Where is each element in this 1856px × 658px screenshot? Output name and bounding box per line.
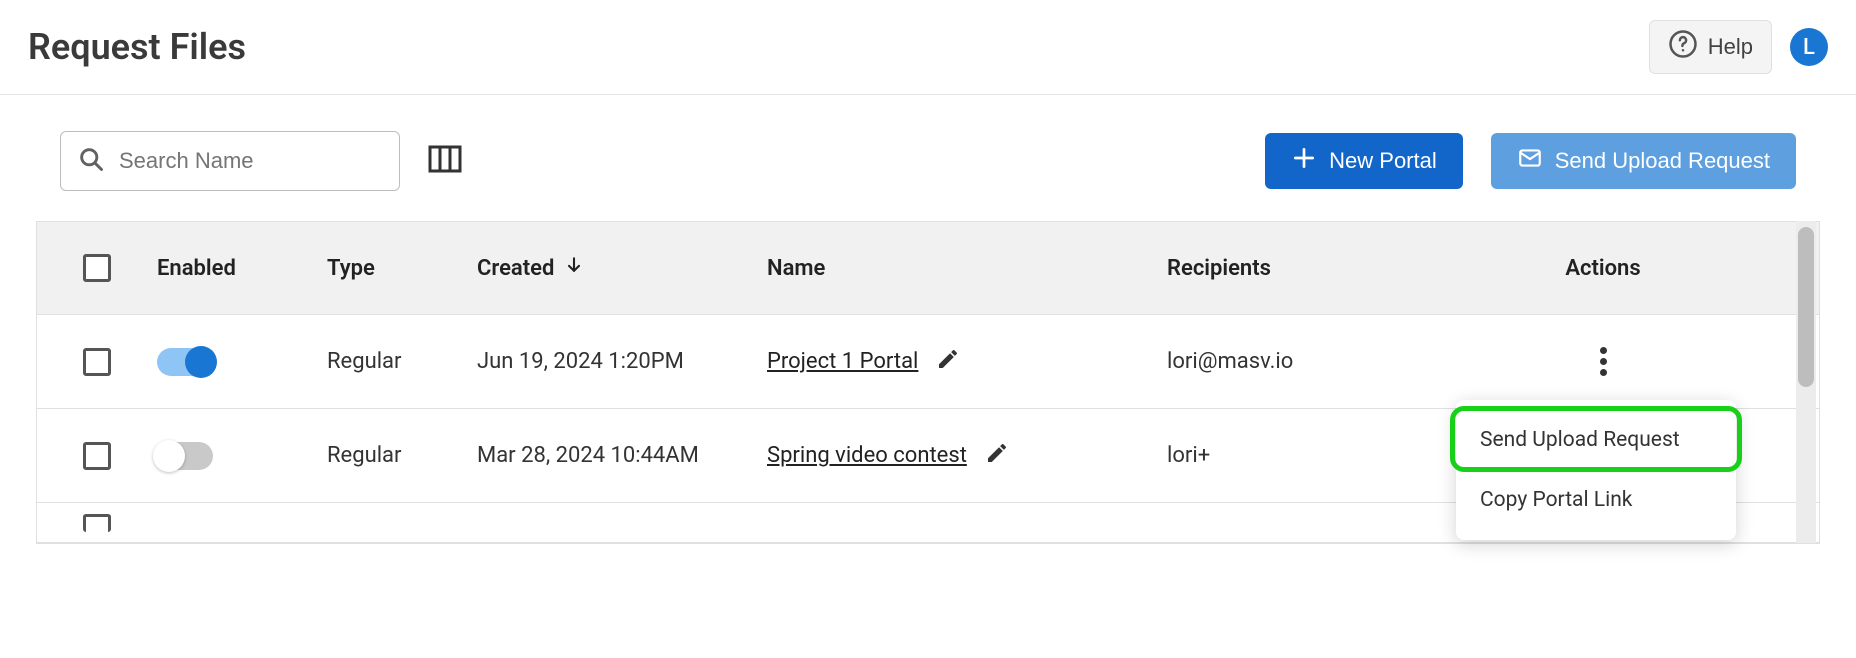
avatar-initial: L — [1803, 35, 1815, 60]
row-checkbox[interactable] — [83, 348, 111, 376]
row-checkbox[interactable] — [83, 442, 111, 470]
help-icon — [1668, 29, 1698, 65]
select-all-checkbox[interactable] — [83, 254, 111, 282]
portal-name-link[interactable]: Spring video contest — [767, 443, 967, 468]
edit-icon[interactable] — [936, 347, 960, 377]
search-wrapper[interactable] — [60, 131, 400, 191]
col-created[interactable]: Created — [477, 255, 767, 281]
cell-recipients: lori+ — [1167, 443, 1427, 468]
columns-icon — [428, 145, 462, 177]
scrollbar-thumb[interactable] — [1798, 227, 1814, 387]
send-upload-request-label: Send Upload Request — [1555, 148, 1770, 174]
scrollbar-track[interactable] — [1796, 221, 1816, 543]
edit-icon[interactable] — [985, 441, 1009, 471]
col-name[interactable]: Name — [767, 256, 1167, 281]
help-button[interactable]: Help — [1649, 20, 1772, 74]
search-icon — [77, 145, 105, 177]
avatar[interactable]: L — [1790, 28, 1828, 66]
menu-item-copy-portal-link[interactable]: Copy Portal Link — [1456, 470, 1736, 530]
enabled-toggle[interactable] — [157, 442, 213, 470]
enabled-toggle[interactable] — [157, 348, 213, 376]
col-created-label: Created — [477, 256, 554, 281]
sort-desc-icon — [564, 255, 584, 281]
cell-created: Jun 19, 2024 1:20PM — [477, 349, 767, 374]
search-input[interactable] — [105, 148, 383, 174]
col-actions: Actions — [1427, 256, 1819, 281]
portal-name-link[interactable]: Project 1 Portal — [767, 349, 918, 374]
page-title: Request Files — [28, 26, 246, 68]
col-type[interactable]: Type — [327, 256, 477, 281]
mail-icon — [1517, 145, 1543, 177]
col-enabled[interactable]: Enabled — [157, 256, 327, 281]
help-label: Help — [1708, 34, 1753, 60]
menu-item-send-upload-request[interactable]: Send Upload Request — [1456, 410, 1736, 470]
new-portal-button[interactable]: New Portal — [1265, 133, 1463, 189]
cell-created: Mar 28, 2024 10:44AM — [477, 443, 767, 468]
row-actions-menu-button[interactable] — [1594, 341, 1613, 382]
send-upload-request-button[interactable]: Send Upload Request — [1491, 133, 1796, 189]
cell-recipients: lori@masv.io — [1167, 349, 1427, 374]
plus-icon — [1291, 145, 1317, 177]
table-header-row: Enabled Type Created Name Recipients Act… — [37, 221, 1819, 315]
table-row: Regular Jun 19, 2024 1:20PM Project 1 Po… — [37, 315, 1819, 409]
new-portal-label: New Portal — [1329, 148, 1437, 174]
row-actions-menu: Send Upload Request Copy Portal Link — [1456, 400, 1736, 540]
cell-type: Regular — [327, 349, 477, 374]
columns-button[interactable] — [428, 144, 462, 178]
row-checkbox[interactable] — [83, 514, 111, 532]
cell-type: Regular — [327, 443, 477, 468]
col-recipients[interactable]: Recipients — [1167, 256, 1427, 281]
